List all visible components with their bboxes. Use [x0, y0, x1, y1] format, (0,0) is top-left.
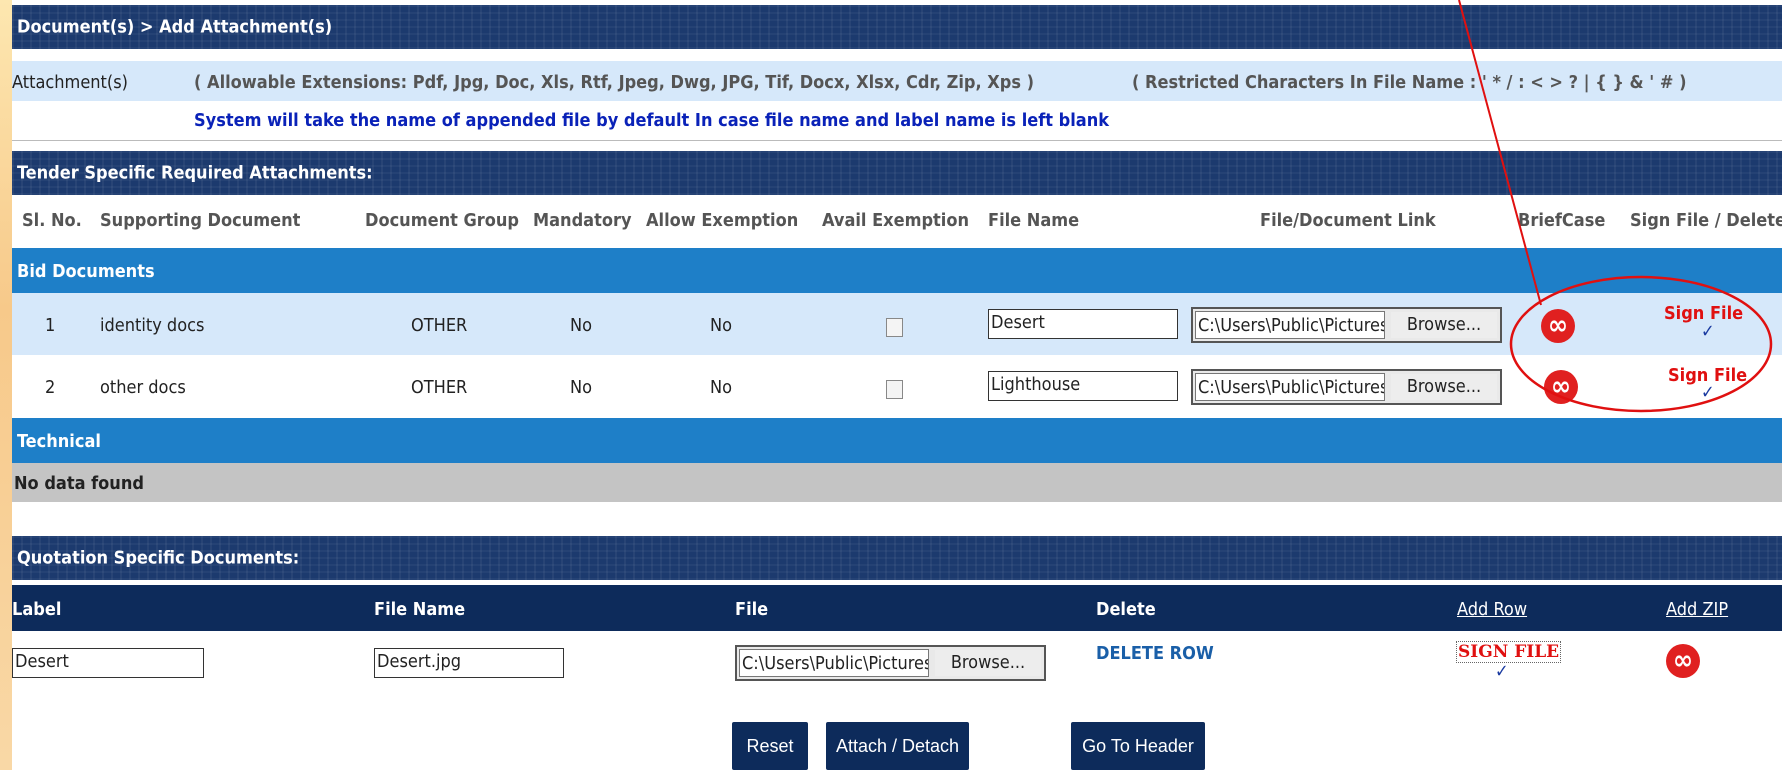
- annotation-ellipse: [1509, 275, 1773, 413]
- annotation-overlay: [1458, 0, 1773, 413]
- annotation-arrow-line: [1458, 0, 1542, 306]
